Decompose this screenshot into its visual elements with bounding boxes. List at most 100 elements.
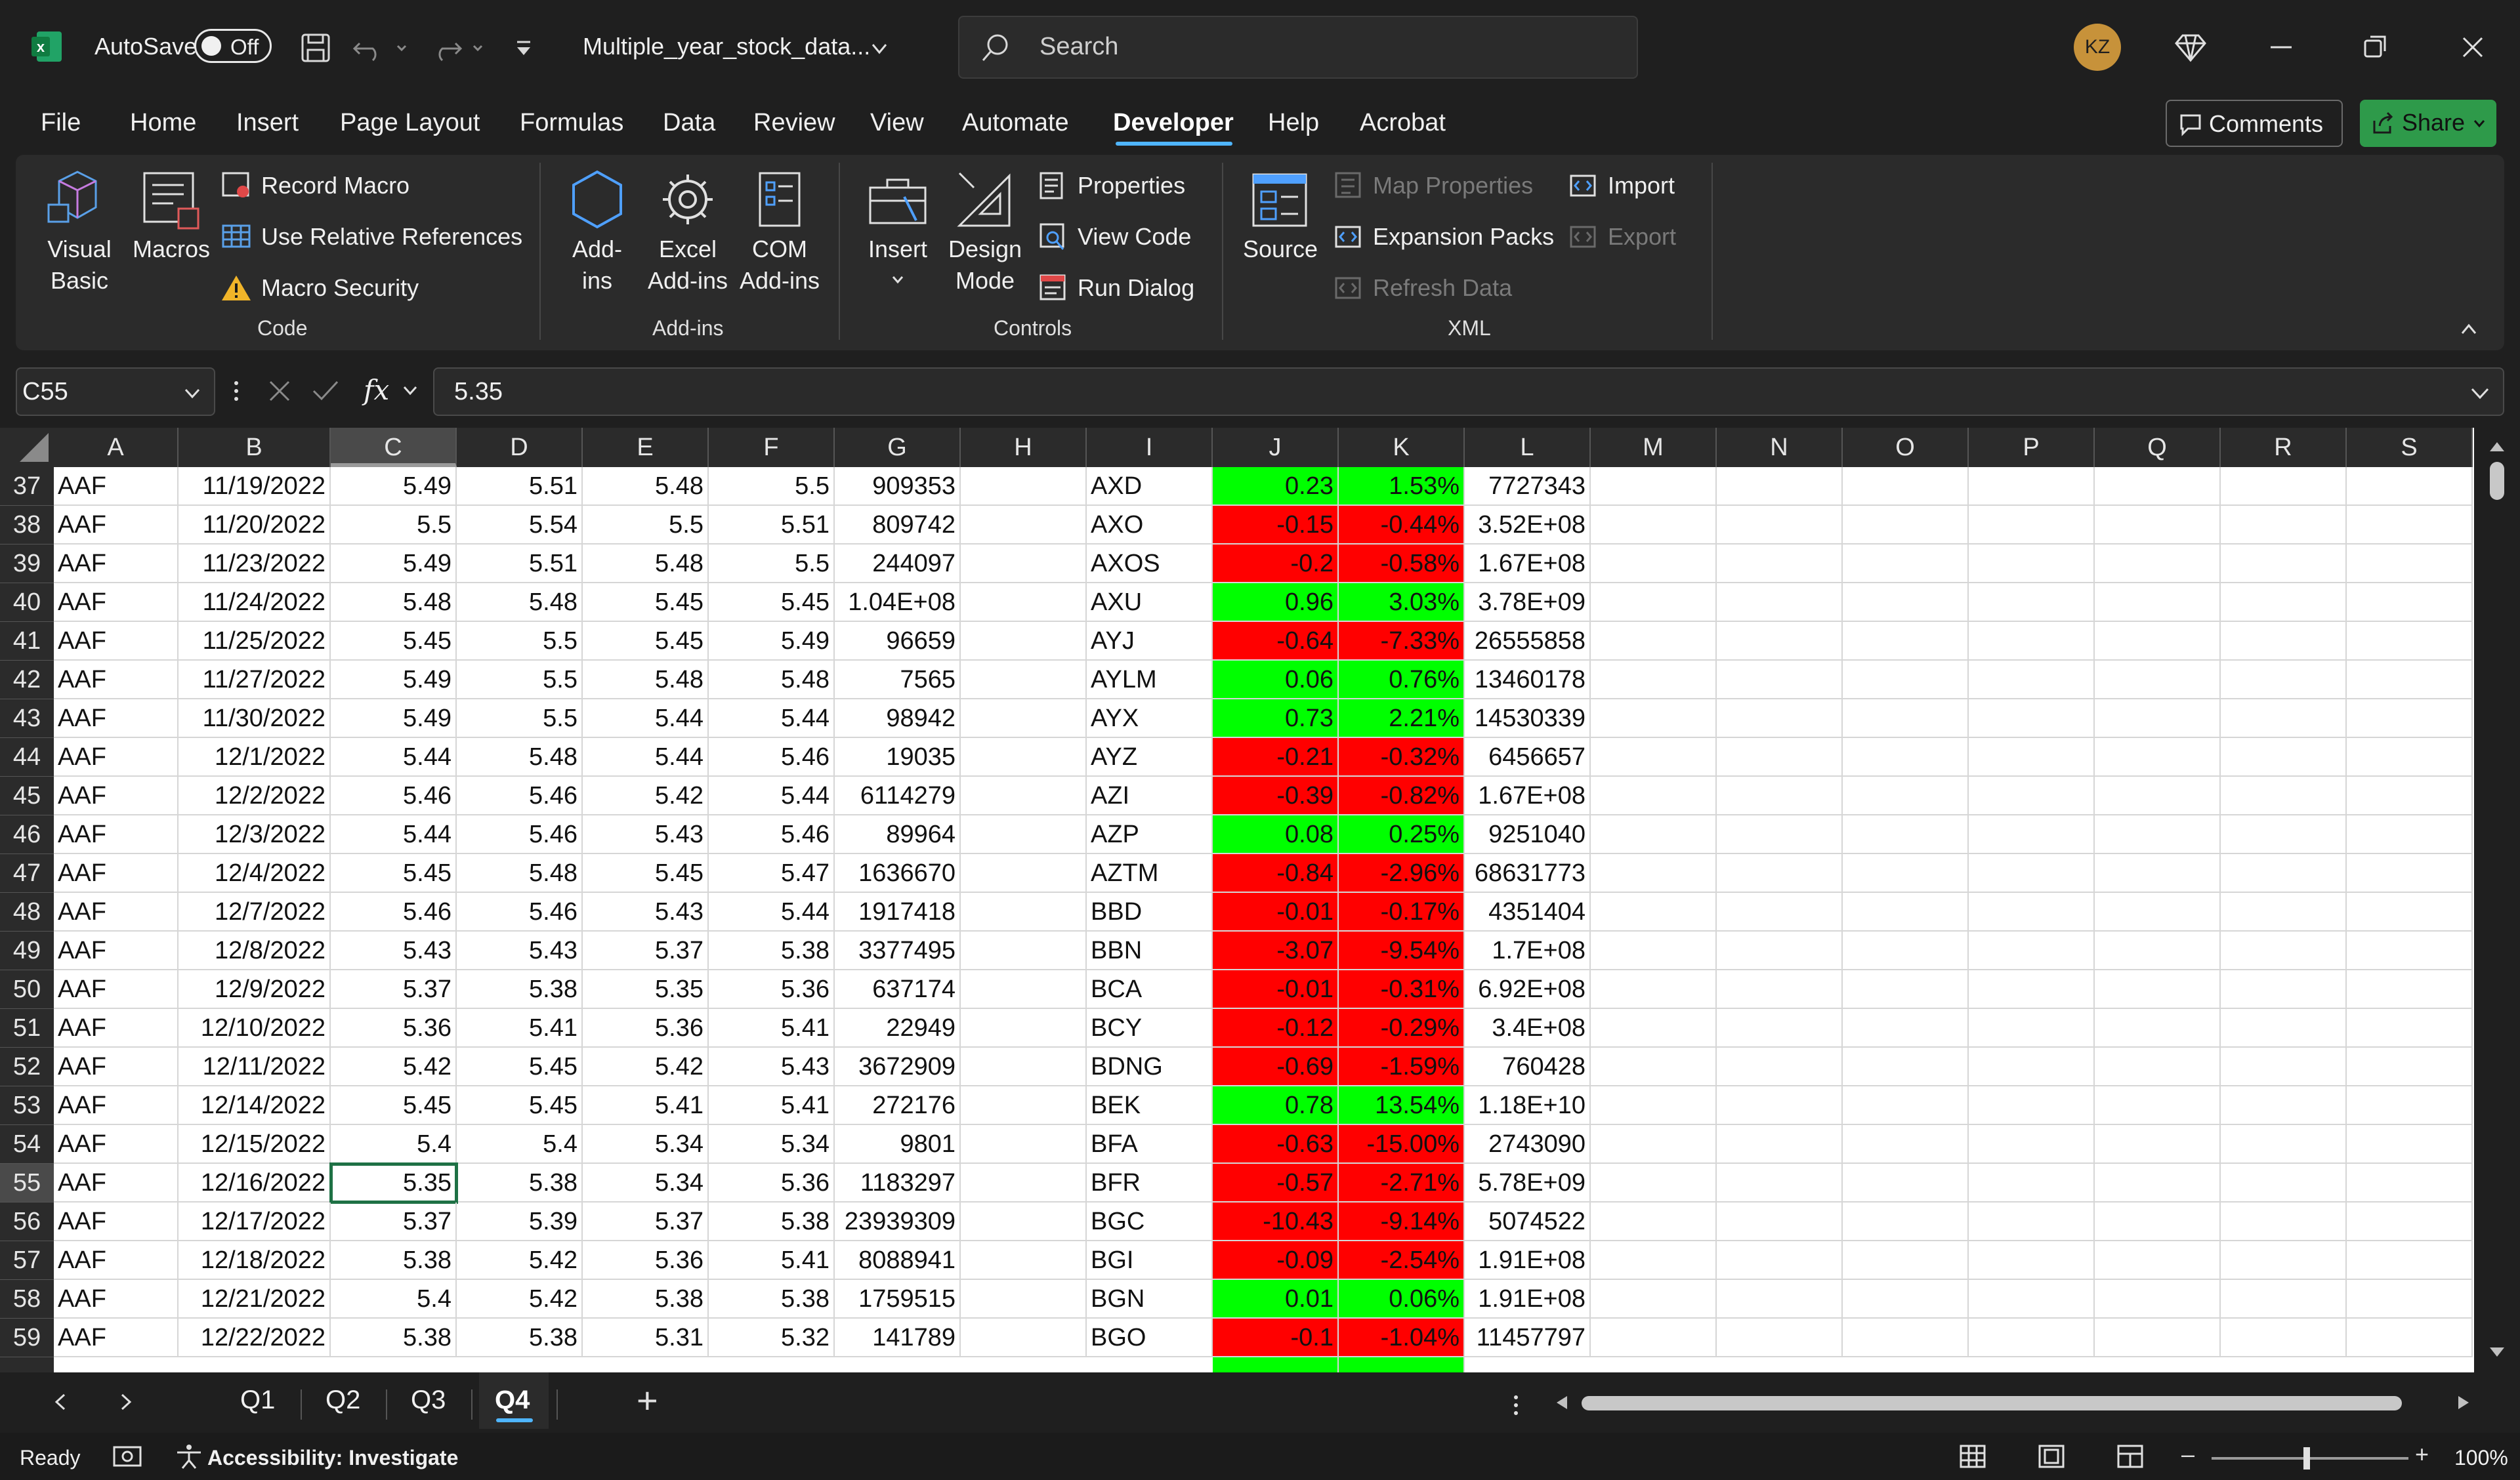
cell-q[interactable] (2095, 583, 2221, 622)
avatar[interactable]: KZ (2074, 24, 2121, 71)
cell-b[interactable]: 12/10/2022 (178, 1009, 331, 1048)
cell-b[interactable]: 12/1/2022 (178, 738, 331, 777)
row-header[interactable]: 51 (0, 1009, 54, 1048)
cell-f[interactable]: 5.5 (709, 467, 835, 506)
column-header-k[interactable]: K (1339, 428, 1465, 467)
cell-q[interactable] (2095, 467, 2221, 506)
cell-p[interactable] (1969, 970, 2095, 1009)
cell-j[interactable]: 0.23 (1213, 467, 1339, 506)
insert-function-button[interactable]: fx (361, 371, 427, 408)
cell-r[interactable] (2221, 1125, 2347, 1164)
cell-s[interactable] (2347, 545, 2473, 583)
row-header[interactable]: 39 (0, 545, 54, 583)
sheet-tab-q2[interactable]: Q2 (326, 1386, 360, 1415)
cell-p[interactable] (1969, 1048, 2095, 1086)
cell-g[interactable]: 8088941 (835, 1241, 961, 1280)
cell-a[interactable]: AAF (54, 738, 178, 777)
row-header[interactable]: 52 (0, 1048, 54, 1086)
cell-e[interactable]: 5.37 (583, 932, 709, 970)
cell-d[interactable]: 5.5 (457, 661, 583, 699)
cell-h[interactable] (961, 1164, 1087, 1202)
cell-a[interactable]: AAF (54, 1009, 178, 1048)
cell-a[interactable]: AAF (54, 777, 178, 815)
cell-h[interactable] (961, 1202, 1087, 1241)
cell-a[interactable]: AAF (54, 661, 178, 699)
cell-s[interactable] (2347, 1009, 2473, 1048)
cell-h[interactable] (961, 777, 1087, 815)
cell-m[interactable] (1591, 583, 1717, 622)
cell-o[interactable] (1843, 932, 1969, 970)
cell-l[interactable]: 7727343 (1465, 467, 1591, 506)
cell-l[interactable]: 68631773 (1465, 854, 1591, 893)
cell-k[interactable]: -0.32% (1339, 738, 1465, 777)
cell-q[interactable] (2095, 738, 2221, 777)
tab-developer[interactable]: Developer (1113, 109, 1234, 137)
cell-a[interactable]: AAF (54, 1125, 178, 1164)
cell-l[interactable]: 1.91E+08 (1465, 1280, 1591, 1319)
column-header-h[interactable]: H (961, 428, 1087, 467)
cell-n[interactable] (1717, 1202, 1843, 1241)
cell-l[interactable]: 3.78E+09 (1465, 583, 1591, 622)
cell-p[interactable] (1969, 699, 2095, 738)
tab-page-layout[interactable]: Page Layout (340, 109, 480, 137)
cell-k[interactable]: 3.03% (1339, 583, 1465, 622)
com-addins-button[interactable]: COM Add-ins (734, 164, 826, 302)
cell-c[interactable]: 5.37 (331, 970, 457, 1009)
cell-m[interactable] (1591, 1009, 1717, 1048)
cell-a[interactable]: AAF (54, 970, 178, 1009)
cell-n[interactable] (1717, 661, 1843, 699)
column-header-e[interactable]: E (583, 428, 709, 467)
cell-i[interactable]: BBD (1087, 893, 1213, 932)
cell-i[interactable]: AYLM (1087, 661, 1213, 699)
record-macro-button[interactable]: Record Macro (220, 168, 496, 203)
macro-security-button[interactable]: Macro Security (220, 270, 496, 306)
cell-r[interactable] (2221, 1009, 2347, 1048)
cell-g[interactable]: 272176 (835, 1086, 961, 1125)
cell-c[interactable]: 5.45 (331, 1086, 457, 1125)
cell-c[interactable]: 5.38 (331, 1319, 457, 1357)
cell-d[interactable]: 5.48 (457, 854, 583, 893)
row-header[interactable]: 37 (0, 467, 54, 506)
cell-r[interactable] (2221, 777, 2347, 815)
cell-g[interactable]: 96659 (835, 622, 961, 661)
cell-f[interactable]: 5.46 (709, 815, 835, 854)
cell-n[interactable] (1717, 854, 1843, 893)
cell-j[interactable]: -0.01 (1213, 970, 1339, 1009)
cell-m[interactable] (1591, 1241, 1717, 1280)
cell-m[interactable] (1591, 545, 1717, 583)
cell-f[interactable]: 5.44 (709, 699, 835, 738)
formula-input[interactable]: 5.35 (433, 367, 2504, 416)
cell-s[interactable] (2347, 777, 2473, 815)
cell-k-partial[interactable] (1339, 1357, 1465, 1372)
cell-m[interactable] (1591, 1202, 1717, 1241)
cell-e[interactable]: 5.37 (583, 1202, 709, 1241)
cell-p[interactable] (1969, 738, 2095, 777)
cell-b[interactable]: 12/22/2022 (178, 1319, 331, 1357)
cell-f[interactable]: 5.51 (709, 506, 835, 545)
column-header-b[interactable]: B (178, 428, 331, 467)
cell-q[interactable] (2095, 1086, 2221, 1125)
cell-h[interactable] (961, 583, 1087, 622)
accessibility-icon[interactable] (175, 1443, 203, 1470)
page-layout-view-icon[interactable] (2037, 1443, 2066, 1470)
column-header-d[interactable]: D (457, 428, 583, 467)
cell-j[interactable]: 0.96 (1213, 583, 1339, 622)
cell-s[interactable] (2347, 815, 2473, 854)
cell-c[interactable]: 5.4 (331, 1125, 457, 1164)
cell-h[interactable] (961, 738, 1087, 777)
zoom-out-button[interactable]: – (2181, 1441, 2194, 1468)
cell-f[interactable]: 5.32 (709, 1319, 835, 1357)
cell-q[interactable] (2095, 699, 2221, 738)
document-title[interactable]: Multiple_year_stock_data... (583, 33, 870, 60)
redo-icon[interactable] (433, 31, 488, 64)
cell-l[interactable]: 3.4E+08 (1465, 1009, 1591, 1048)
collapse-ribbon-icon[interactable] (2457, 318, 2481, 341)
cell-p[interactable] (1969, 1280, 2095, 1319)
cell-e[interactable]: 5.42 (583, 1048, 709, 1086)
tab-insert[interactable]: Insert (236, 109, 299, 137)
cell-m[interactable] (1591, 777, 1717, 815)
cell-a[interactable]: AAF (54, 1202, 178, 1241)
row-header[interactable]: 49 (0, 932, 54, 970)
cell-p[interactable] (1969, 1202, 2095, 1241)
cell-q[interactable] (2095, 622, 2221, 661)
